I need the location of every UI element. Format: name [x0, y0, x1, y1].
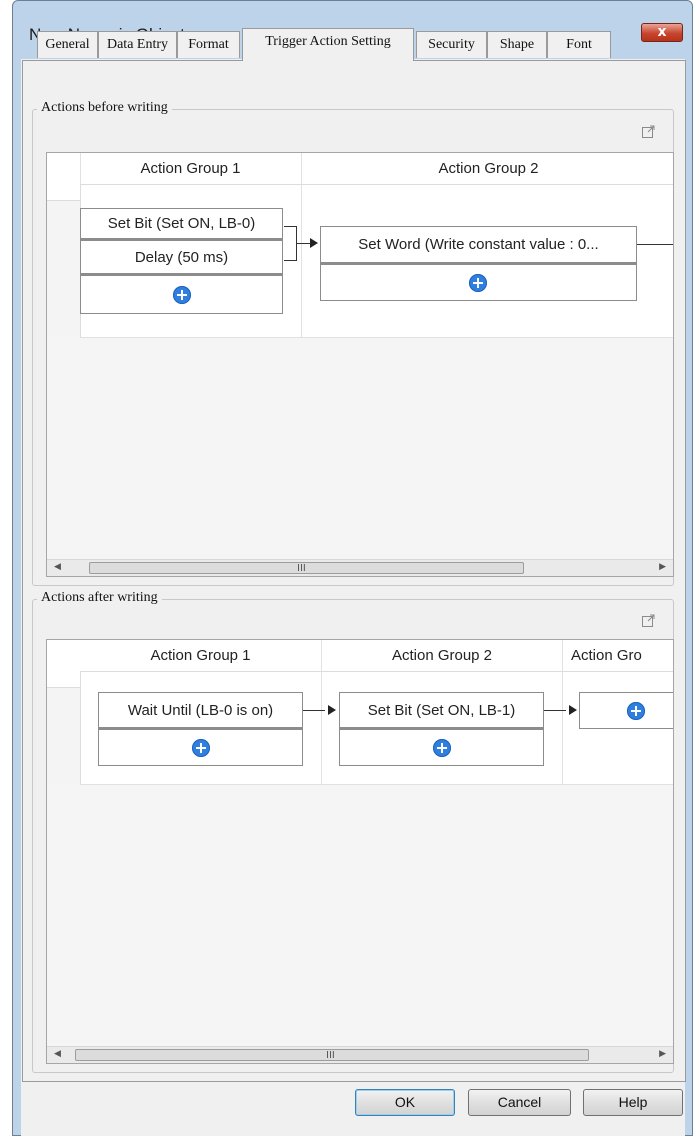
action-wait-until[interactable]: Wait Until (LB-0 is on) — [98, 692, 303, 729]
add-icon — [469, 274, 487, 292]
help-button[interactable]: Help — [583, 1089, 683, 1116]
close-button[interactable]: x — [641, 23, 683, 42]
connector-line — [284, 260, 296, 261]
arrow-icon — [328, 705, 336, 715]
column-divider — [80, 153, 81, 184]
action-set-bit-lb1[interactable]: Set Bit (Set ON, LB-1) — [339, 692, 544, 729]
arrow-icon — [569, 705, 577, 715]
scrollbar-thumb[interactable]: III — [75, 1049, 589, 1061]
connector-line — [544, 710, 566, 711]
connector-line — [303, 710, 325, 711]
tab-shape[interactable]: Shape — [487, 31, 547, 58]
column-header-row: Action Group 1 Action Group 2 — [47, 153, 673, 185]
scroll-grip: III — [326, 1050, 335, 1061]
column-header-action-group-1[interactable]: Action Group 1 — [80, 153, 301, 184]
scroll-left-icon[interactable]: ◀ — [54, 562, 61, 572]
row-header — [47, 671, 81, 784]
row-divider — [80, 337, 673, 338]
action-set-word[interactable]: Set Word (Write constant value : 0... — [320, 226, 637, 264]
connector-line — [296, 243, 310, 244]
add-icon — [433, 739, 451, 757]
dialog-window: New Numeric Object x General Data Entry … — [12, 0, 693, 1136]
add-action-button[interactable] — [80, 275, 283, 314]
actions-before-label: Actions before writing — [37, 100, 172, 116]
add-icon — [173, 286, 191, 304]
connector-line — [284, 226, 296, 227]
tab-panel: Actions before writing Action Group 1 Ac… — [22, 60, 686, 1082]
connector-line — [637, 244, 673, 245]
scroll-right-icon[interactable]: ▶ — [659, 562, 666, 572]
column-header-action-group-3[interactable]: Action Gro — [563, 640, 673, 671]
tab-general[interactable]: General — [37, 31, 98, 58]
column-divider — [562, 640, 563, 784]
column-header-action-group-2[interactable]: Action Group 2 — [302, 153, 673, 184]
tab-trigger-action-setting[interactable]: Trigger Action Setting — [242, 28, 414, 61]
ok-button[interactable]: OK — [355, 1089, 455, 1116]
column-divider — [321, 640, 322, 784]
tab-format[interactable]: Format — [177, 31, 240, 58]
column-header-row: Action Group 1 Action Group 2 Action Gro — [47, 640, 673, 672]
row-header — [47, 184, 81, 337]
add-action-button[interactable] — [98, 729, 303, 766]
action-delay[interactable]: Delay (50 ms) — [80, 240, 283, 275]
canvas-empty-area — [47, 784, 673, 1046]
horizontal-scrollbar[interactable]: ◀ III ▶ — [47, 559, 673, 576]
add-icon — [627, 702, 645, 720]
scrollbar-thumb[interactable]: III — [89, 562, 524, 574]
row-divider — [80, 784, 673, 785]
add-action-button[interactable] — [320, 264, 637, 301]
horizontal-scrollbar[interactable]: ◀ III ▶ — [47, 1046, 673, 1063]
popout-icon[interactable] — [642, 614, 655, 627]
arrow-icon — [310, 238, 318, 248]
scroll-left-icon[interactable]: ◀ — [54, 1049, 61, 1059]
close-icon: x — [657, 24, 667, 40]
column-divider — [301, 153, 302, 337]
cancel-button[interactable]: Cancel — [468, 1089, 571, 1116]
column-header-action-group-1[interactable]: Action Group 1 — [80, 640, 321, 671]
add-icon — [192, 739, 210, 757]
scroll-right-icon[interactable]: ▶ — [659, 1049, 666, 1059]
action-set-bit-lb0[interactable]: Set Bit (Set ON, LB-0) — [80, 208, 283, 240]
add-action-button[interactable] — [579, 692, 673, 729]
tab-data-entry[interactable]: Data Entry — [98, 31, 177, 58]
popout-icon[interactable] — [642, 125, 655, 138]
actions-before-canvas[interactable]: Action Group 1 Action Group 2 Set Bit (S… — [46, 152, 674, 577]
canvas-empty-area — [47, 337, 673, 559]
tab-font[interactable]: Font — [547, 31, 611, 58]
scroll-grip: III — [297, 563, 306, 574]
add-action-button[interactable] — [339, 729, 544, 766]
tab-security[interactable]: Security — [416, 31, 487, 58]
column-header-action-group-2[interactable]: Action Group 2 — [322, 640, 562, 671]
actions-after-label: Actions after writing — [37, 590, 162, 606]
actions-after-canvas[interactable]: Action Group 1 Action Group 2 Action Gro… — [46, 639, 674, 1064]
